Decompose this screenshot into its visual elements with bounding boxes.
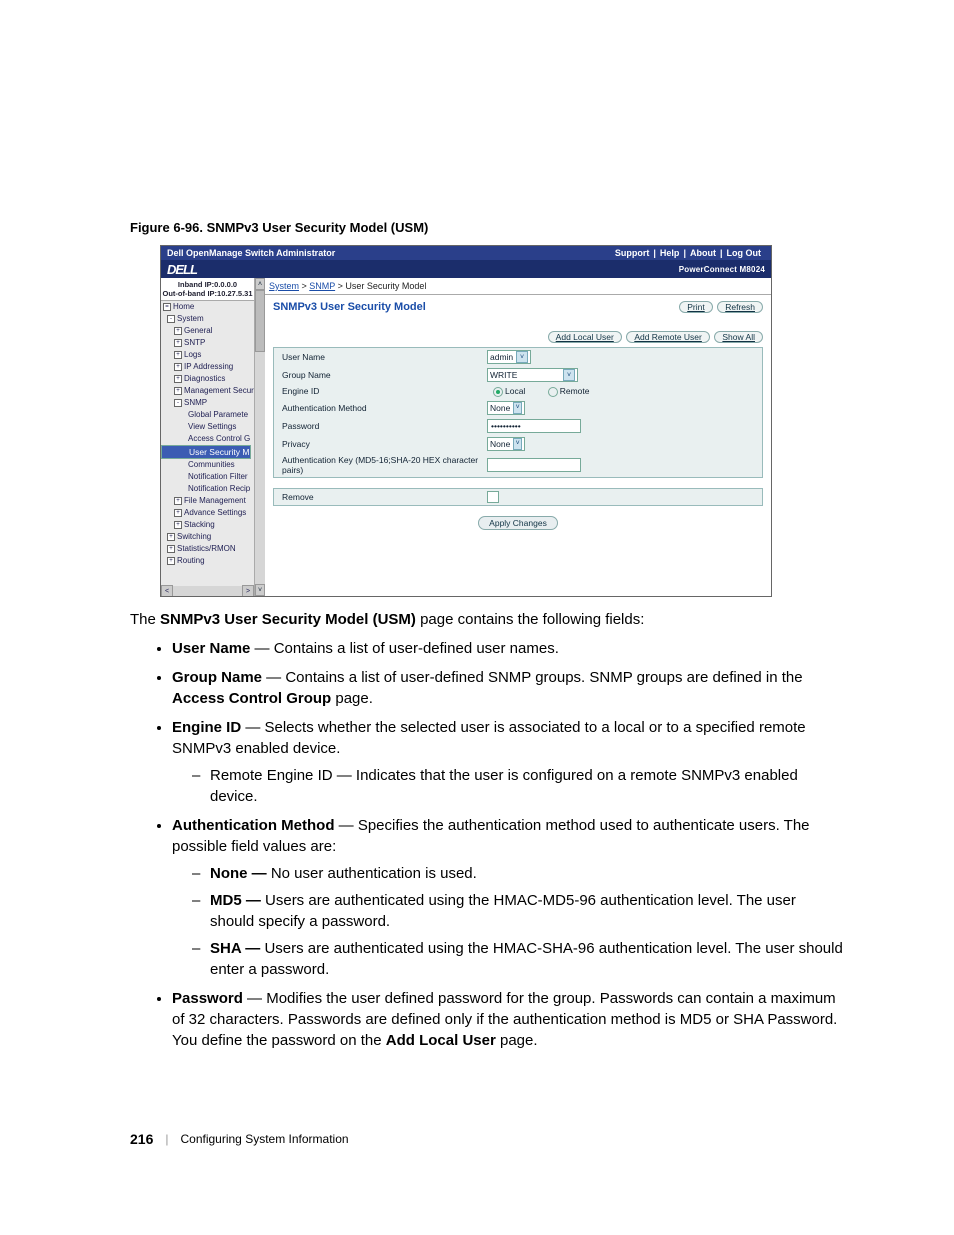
group-name-select[interactable]: WRITE˅ (487, 368, 578, 382)
user-name-label: User Name (282, 352, 487, 362)
app-title: Dell OpenManage Switch Administrator (167, 248, 335, 258)
password-input[interactable]: •••••••••• (487, 419, 581, 433)
sub-remote-engine: Remote Engine ID — Indicates that the us… (210, 765, 844, 807)
brand-bar: DELL PowerConnect M8024 (161, 260, 771, 278)
remove-checkbox[interactable] (487, 491, 499, 503)
sidebar-hscroll[interactable]: < > (161, 586, 254, 596)
tree-communities[interactable]: Communities (161, 459, 254, 471)
user-name-select[interactable]: admin˅ (487, 350, 531, 364)
tree-sntp[interactable]: +SNTP (161, 337, 254, 349)
breadcrumb-current: User Security Model (345, 281, 426, 291)
remove-label: Remove (282, 492, 487, 502)
bullet-engine-id: Engine ID — Selects whether the selected… (172, 717, 844, 807)
oob-ip: Out-of-band IP:10.27.5.31 (162, 289, 253, 298)
tree-access-control[interactable]: Access Control G (161, 433, 254, 445)
figure-caption: Figure 6-96. SNMPv3 User Security Model … (130, 220, 844, 235)
chevron-down-icon: ˅ (516, 351, 528, 363)
device-model: PowerConnect M8024 (679, 265, 765, 274)
group-name-label: Group Name (282, 370, 487, 380)
breadcrumb-system[interactable]: System (269, 281, 299, 291)
page-number: 216 (130, 1131, 153, 1147)
form-main: User Name admin˅ Group Name WRITE˅ (273, 347, 763, 478)
tree-global-params[interactable]: Global Paramete (161, 409, 254, 421)
ip-info: Inband IP:0.0.0.0 Out-of-band IP:10.27.5… (161, 278, 254, 301)
tree-system[interactable]: -System (161, 313, 254, 325)
engine-local-radio[interactable] (493, 387, 503, 397)
privacy-label: Privacy (282, 439, 487, 449)
inband-ip: Inband IP:0.0.0.0 (162, 280, 253, 289)
bullet-auth-method: Authentication Method — Specifies the au… (172, 815, 844, 980)
app-topbar: Dell OpenManage Switch Administrator Sup… (161, 246, 771, 260)
breadcrumb-snmp[interactable]: SNMP (309, 281, 335, 291)
breadcrumb: System > SNMP > User Security Model (265, 278, 771, 295)
tree-user-security-model[interactable]: User Security M (161, 445, 251, 459)
tree-switching[interactable]: +Switching (161, 531, 254, 543)
bullet-password: Password — Modifies the user defined pas… (172, 988, 844, 1051)
tree-notif-recip[interactable]: Notification Recip (161, 483, 254, 495)
sub-auth-sha: SHA — Users are authenticated using the … (210, 938, 844, 980)
logout-link[interactable]: Log Out (727, 248, 762, 258)
scroll-down-icon[interactable]: ˅ (255, 584, 265, 596)
content-area: System > SNMP > User Security Model SNMP… (265, 278, 771, 596)
tree-ip-addressing[interactable]: +IP Addressing (161, 361, 254, 373)
auth-method-select[interactable]: None˅ (487, 401, 525, 415)
screenshot: Dell OpenManage Switch Administrator Sup… (160, 245, 772, 597)
dell-logo: DELL (167, 262, 197, 277)
privacy-select[interactable]: None˅ (487, 437, 525, 451)
about-link[interactable]: About (690, 248, 716, 258)
auth-method-label: Authentication Method (282, 403, 487, 413)
tree-logs[interactable]: +Logs (161, 349, 254, 361)
sub-auth-md5: MD5 — Users are authenticated using the … (210, 890, 844, 932)
tree-advance[interactable]: +Advance Settings (161, 507, 254, 519)
engine-id-radio-group: Local Remote (487, 386, 589, 397)
tree-notif-filter[interactable]: Notification Filter (161, 471, 254, 483)
scroll-left-icon[interactable]: < (161, 585, 173, 597)
tree-home[interactable]: =Home (161, 301, 254, 313)
intro-text: The SNMPv3 User Security Model (USM) pag… (130, 609, 844, 630)
bullet-user-name: User Name — Contains a list of user-defi… (172, 638, 844, 659)
tree-stacking[interactable]: +Stacking (161, 519, 254, 531)
bullet-group-name: Group Name — Contains a list of user-def… (172, 667, 844, 709)
sub-auth-none: None — No user authentication is used. (210, 863, 844, 884)
scroll-thumb[interactable] (255, 290, 265, 352)
print-button[interactable]: Print (679, 301, 712, 313)
show-all-button[interactable]: Show All (714, 331, 763, 343)
auth-key-label: Authentication Key (MD5-16;SHA-20 HEX ch… (282, 455, 487, 475)
section-title: Configuring System Information (180, 1132, 348, 1146)
chevron-down-icon: ˅ (513, 402, 522, 414)
auth-key-input[interactable] (487, 458, 581, 472)
help-link[interactable]: Help (660, 248, 680, 258)
support-link[interactable]: Support (615, 248, 650, 258)
sidebar: Inband IP:0.0.0.0 Out-of-band IP:10.27.5… (161, 278, 255, 596)
form-remove: Remove (273, 488, 763, 506)
tree-mgmt-security[interactable]: +Management Secur (161, 385, 254, 397)
chevron-down-icon: ˅ (513, 438, 522, 450)
sidebar-vscroll[interactable]: ˄ ˅ (255, 278, 265, 596)
page-footer: 216 | Configuring System Information (130, 1131, 844, 1147)
tree-snmp[interactable]: -SNMP (161, 397, 254, 409)
tree-stats[interactable]: +Statistics/RMON (161, 543, 254, 555)
engine-id-label: Engine ID (282, 386, 487, 396)
scroll-right-icon[interactable]: > (242, 585, 254, 597)
apply-changes-button[interactable]: Apply Changes (478, 516, 558, 530)
chevron-down-icon: ˅ (563, 369, 575, 381)
scroll-up-icon[interactable]: ˄ (255, 278, 265, 290)
password-label: Password (282, 421, 487, 431)
engine-remote-radio[interactable] (548, 387, 558, 397)
tree-general[interactable]: +General (161, 325, 254, 337)
refresh-button[interactable]: Refresh (717, 301, 763, 313)
page-title: SNMPv3 User Security Model (273, 301, 426, 313)
add-remote-user-button[interactable]: Add Remote User (626, 331, 710, 343)
tree-routing[interactable]: +Routing (161, 555, 254, 567)
tree-diagnostics[interactable]: +Diagnostics (161, 373, 254, 385)
tree-file-mgmt[interactable]: +File Management (161, 495, 254, 507)
tree-view-settings[interactable]: View Settings (161, 421, 254, 433)
nav-tree[interactable]: =Home -System +General +SNTP +Logs +IP A… (161, 301, 254, 586)
add-local-user-button[interactable]: Add Local User (548, 331, 622, 343)
